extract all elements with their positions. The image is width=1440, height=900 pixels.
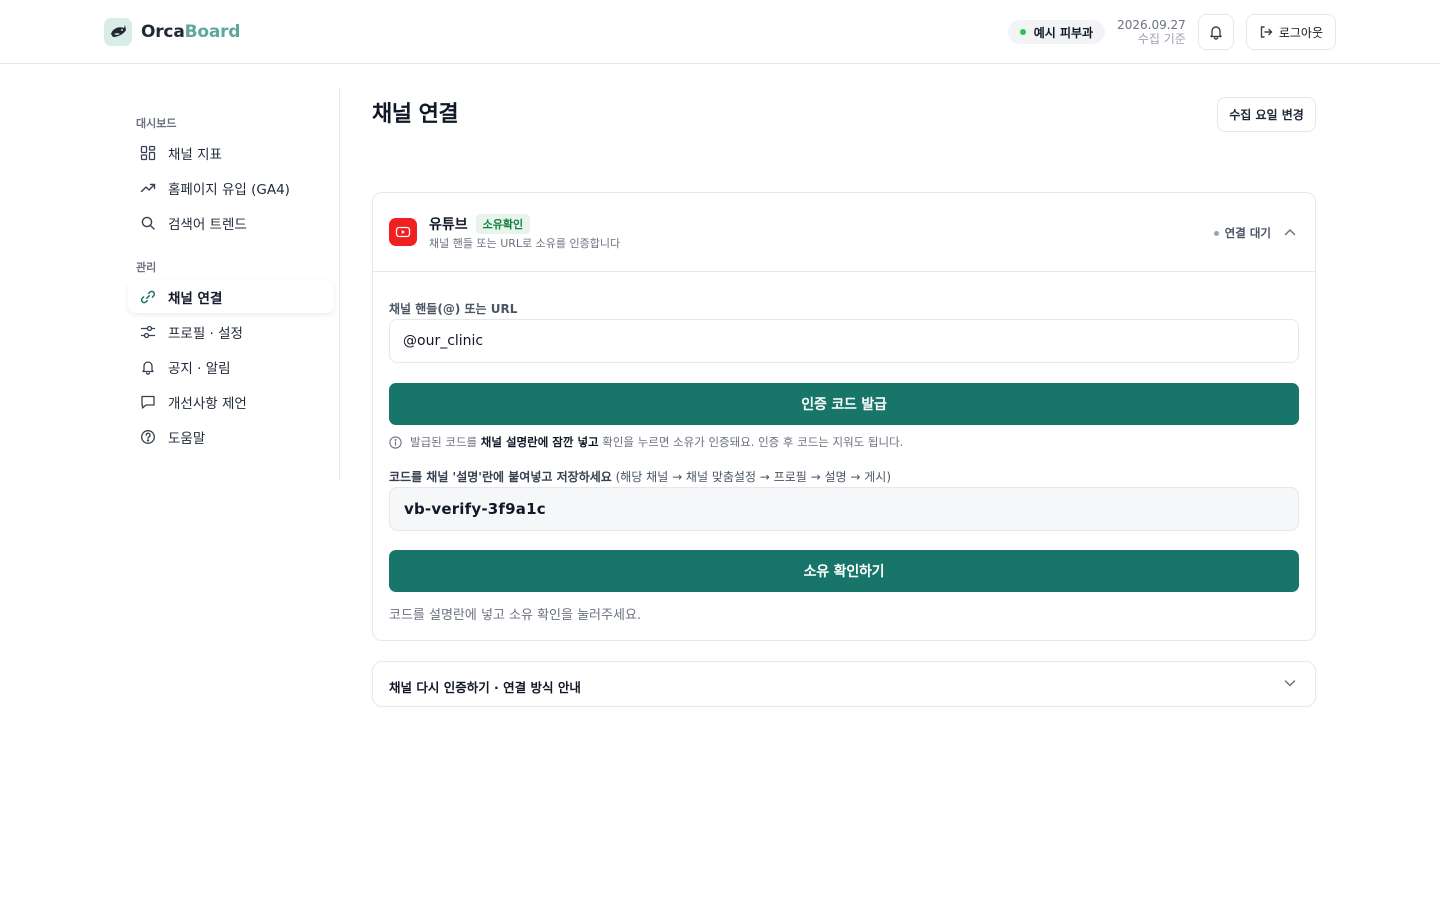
- verification-code-field[interactable]: vb-verify-3f9a1c: [389, 487, 1299, 531]
- help-icon: [141, 429, 155, 444]
- sidebar-section-manage: 관리: [136, 261, 157, 274]
- bell-icon: [142, 360, 154, 375]
- chevron-up-icon[interactable]: [1283, 225, 1297, 239]
- youtube-card-header[interactable]: 유튜브 소유확인 채널 핸들 또는 URL로 소유를 인증합니다 연결 대기: [373, 193, 1315, 272]
- page-title: 채널 연결: [372, 102, 459, 127]
- sidebar-item-label: 홈페이지 유입 (GA4): [168, 181, 290, 198]
- chat-icon: [141, 395, 155, 409]
- status-dot-icon: [1019, 29, 1026, 35]
- sidebar-item-notices[interactable]: 공지 · 알림: [128, 350, 334, 383]
- sidebar-item-profile-settings[interactable]: 프로필 · 설정: [128, 315, 334, 348]
- issue-code-button[interactable]: 인증 코드 발급: [389, 383, 1299, 425]
- youtube-icon: [389, 218, 417, 246]
- sidebar-item-channel-metrics[interactable]: 채널 지표: [128, 136, 334, 169]
- ownership-badge: 소유확인: [475, 214, 531, 234]
- trend-icon: [140, 183, 156, 192]
- collection-date-value: 2026.09.27: [1117, 18, 1186, 32]
- sidebar: 대시보드 채널 지표 홈페이지 유입 (GA4) 검색어 트렌드 관리 채널 연…: [128, 88, 340, 480]
- code-field-label: 코드를 채널 '설명'란에 붙여넣고 저장하세요 (해당 채널 → 채널 맞춤설…: [389, 470, 892, 484]
- change-collection-day-button[interactable]: 수집 요일 변경: [1217, 97, 1316, 132]
- sidebar-item-label: 채널 연결: [168, 290, 223, 307]
- link-icon: [140, 290, 156, 303]
- collection-date: 2026.09.27 수집 기준: [1117, 18, 1186, 46]
- reauth-guide-accordion[interactable]: 채널 다시 인증하기 · 연결 방식 안내: [372, 661, 1316, 707]
- verification-code-value: vb-verify-3f9a1c: [404, 500, 546, 518]
- verification-footnote: 코드를 설명란에 넣고 소유 확인을 눌러주세요.: [389, 608, 642, 623]
- header-actions: 예시 피부과 2026.09.27 수집 기준 로그아웃: [1007, 14, 1336, 50]
- sidebar-item-channel-connect[interactable]: 채널 연결: [128, 280, 334, 313]
- brand[interactable]: OrcaBoard: [104, 18, 240, 46]
- channel-handle-value: @our_clinic: [403, 333, 484, 349]
- sidebar-item-label: 개선사항 제언: [168, 395, 247, 412]
- brand-name: OrcaBoard: [141, 22, 241, 42]
- clinic-badge[interactable]: 예시 피부과: [1007, 20, 1106, 44]
- notifications-button[interactable]: [1197, 14, 1234, 50]
- sidebar-item-search-trends[interactable]: 검색어 트렌드: [128, 206, 334, 239]
- channel-name: 유튜브: [429, 217, 468, 233]
- reauth-guide-title: 채널 다시 인증하기 · 연결 방식 안내: [389, 680, 581, 695]
- handle-field-label: 채널 핸들(@) 또는 URL: [389, 302, 518, 316]
- sliders-icon: [140, 325, 156, 338]
- status-dot-icon: [1213, 230, 1219, 236]
- clinic-name: 예시 피부과: [1033, 25, 1094, 40]
- verification-hint-text: 발급된 코드를 채널 설명란에 잠깐 넣고 확인을 누르면 소유가 인증돼요. …: [410, 435, 904, 449]
- connection-status-label: 연결 대기: [1224, 226, 1271, 240]
- orca-logo-icon: [104, 18, 132, 46]
- top-header: OrcaBoard 예시 피부과 2026.09.27 수집 기준 로그아웃: [0, 0, 1440, 64]
- verify-ownership-button[interactable]: 소유 확인하기: [389, 550, 1299, 592]
- logout-label: 로그아웃: [1278, 25, 1323, 40]
- youtube-card-title: 유튜브 소유확인: [429, 214, 531, 234]
- sidebar-item-label: 검색어 트렌드: [168, 216, 247, 233]
- sidebar-item-homepage-ga4[interactable]: 홈페이지 유입 (GA4): [128, 171, 334, 204]
- youtube-connection-card: 유튜브 소유확인 채널 핸들 또는 URL로 소유를 인증합니다 연결 대기 채…: [372, 192, 1316, 641]
- sidebar-item-label: 공지 · 알림: [168, 360, 231, 377]
- chevron-down-icon: [1284, 680, 1296, 687]
- sidebar-section-dashboard: 대시보드: [136, 117, 177, 130]
- sidebar-item-label: 채널 지표: [168, 146, 222, 163]
- logout-button[interactable]: 로그아웃: [1245, 14, 1336, 50]
- grid-icon: [140, 145, 156, 160]
- info-icon: [389, 435, 402, 449]
- collection-date-label: 수집 기준: [1137, 32, 1186, 46]
- verification-hint: 발급된 코드를 채널 설명란에 잠깐 넣고 확인을 누르면 소유가 인증돼요. …: [389, 434, 903, 450]
- connection-status: 연결 대기: [1213, 225, 1271, 241]
- sidebar-item-label: 도움말: [168, 430, 206, 447]
- sidebar-item-suggestions[interactable]: 개선사항 제언: [128, 385, 334, 418]
- bell-icon: [1210, 26, 1222, 40]
- logout-icon: [1260, 26, 1273, 38]
- youtube-card-subtitle: 채널 핸들 또는 URL로 소유를 인증합니다: [429, 237, 621, 250]
- sidebar-item-help[interactable]: 도움말: [128, 420, 334, 453]
- channel-handle-input[interactable]: @our_clinic: [389, 319, 1299, 363]
- sidebar-item-label: 프로필 · 설정: [168, 325, 243, 342]
- search-icon: [141, 216, 155, 230]
